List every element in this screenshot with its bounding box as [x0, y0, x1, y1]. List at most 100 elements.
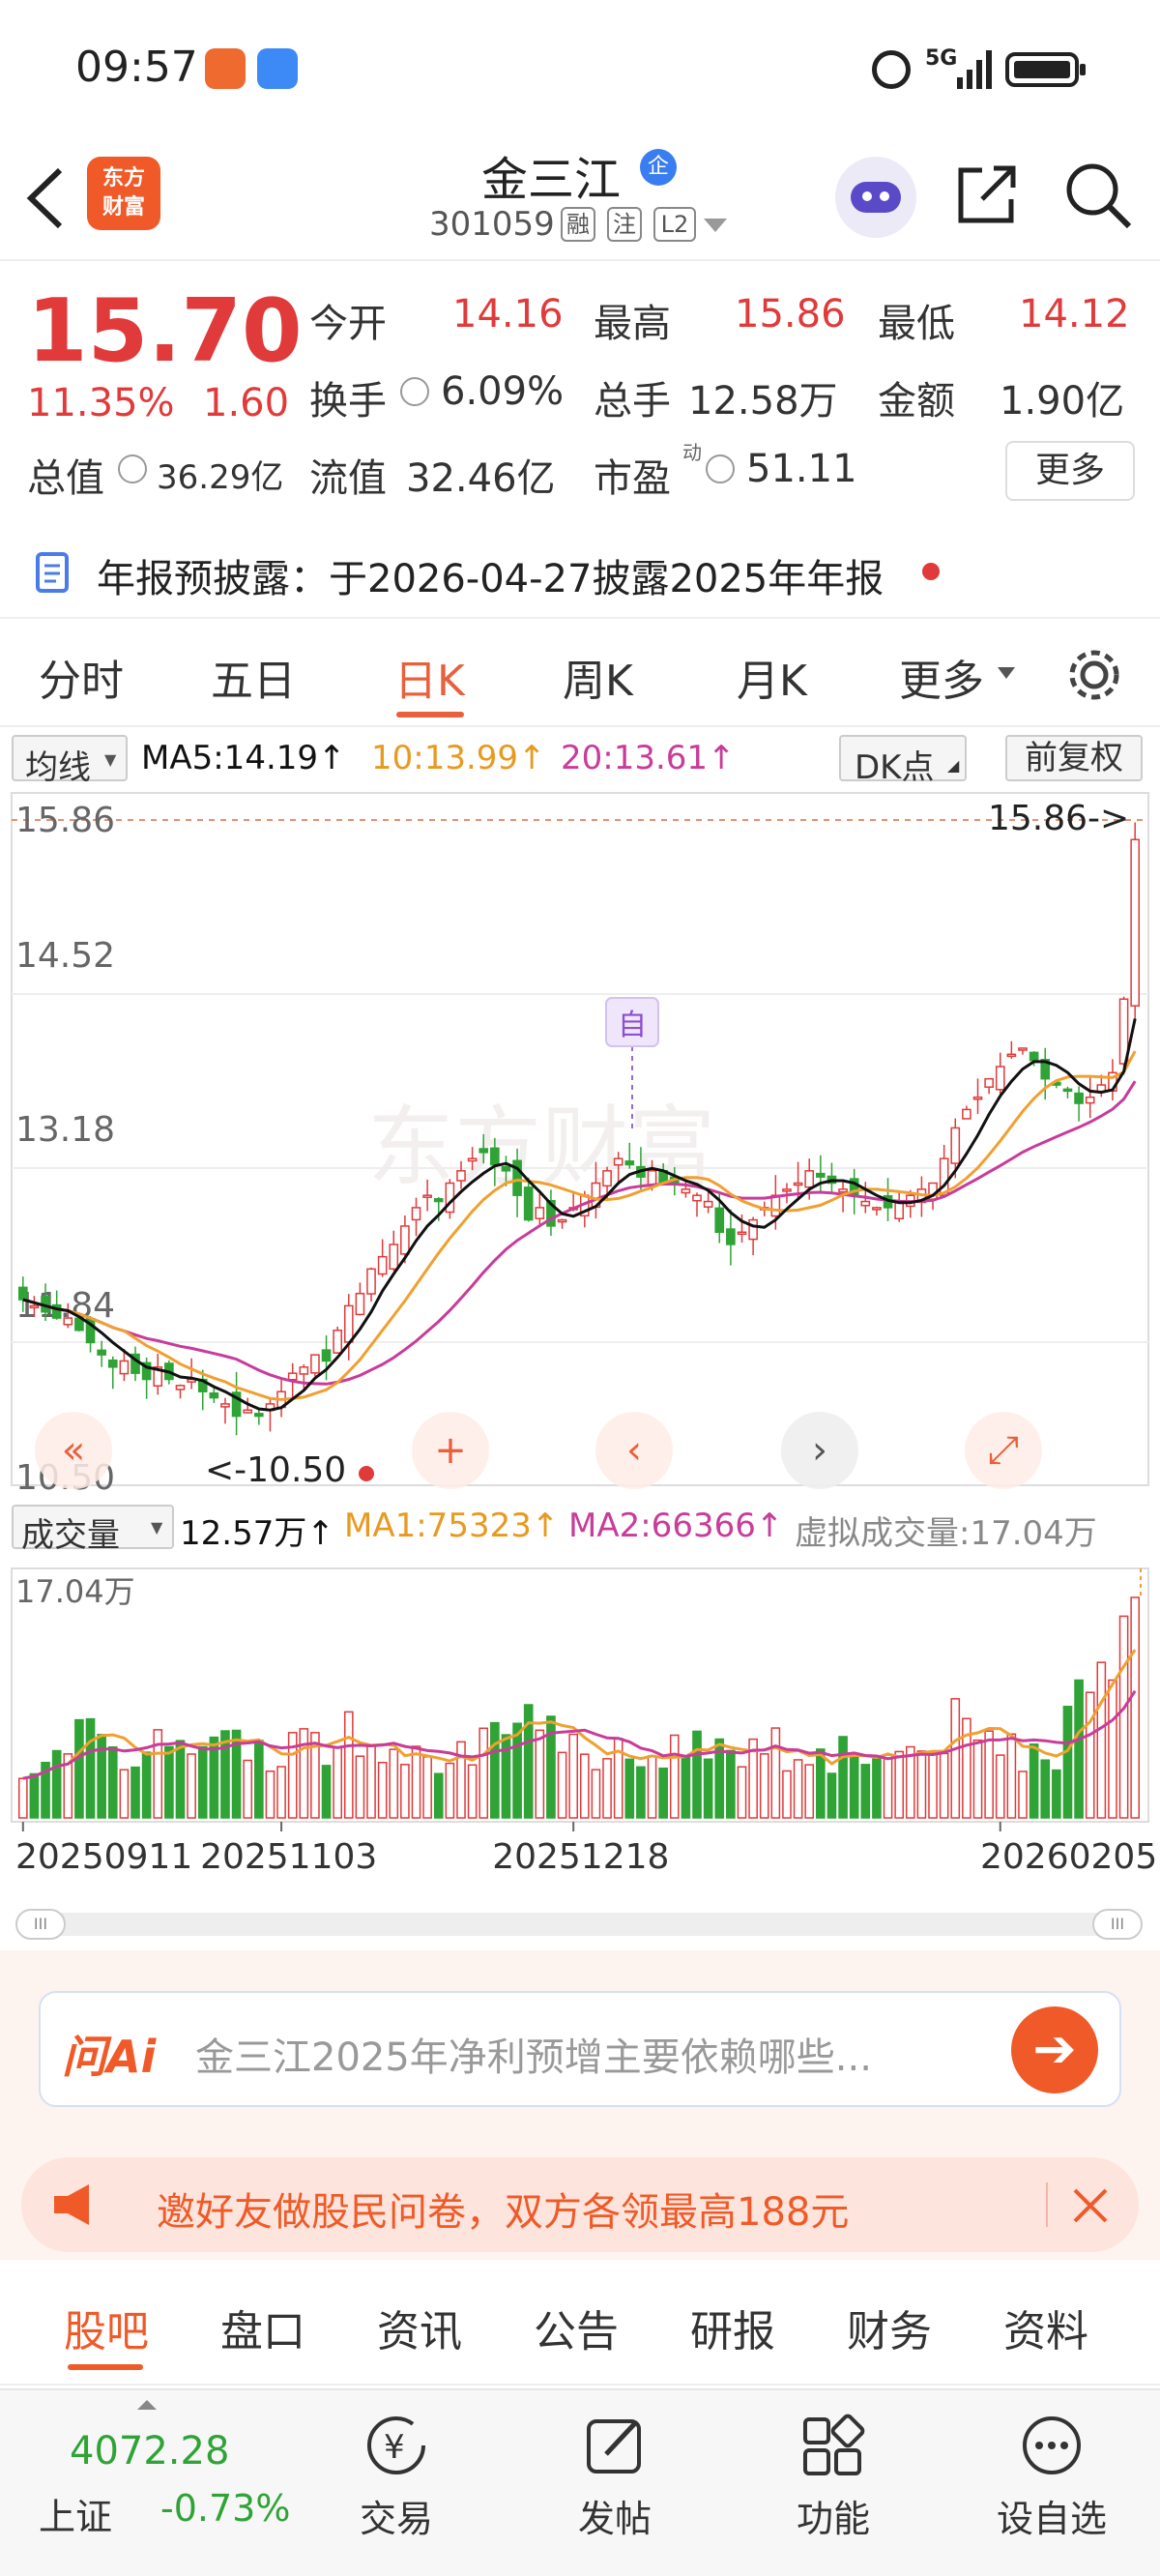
candle-body: [400, 1225, 410, 1255]
tab-research[interactable]: 研报: [690, 2297, 775, 2358]
candle-body: [995, 1066, 1005, 1091]
back-arrow-icon[interactable]: [23, 164, 66, 232]
volume-bar: [343, 1711, 354, 1819]
candle-body: [770, 1194, 781, 1217]
ai-question-bar[interactable]: 问Ai 金三江2025年净利预增主要依赖哪些... ➔: [39, 1991, 1121, 2107]
kline-chart-area[interactable]: 均线 ▼ MA5:14.19↑ 10:13.99↑ 20:13.61↑ DK点 …: [0, 727, 1160, 1950]
tab-profile[interactable]: 资料: [1003, 2297, 1088, 2358]
pe-dynamic-sup: 动: [682, 441, 702, 464]
info-icon[interactable]: [706, 454, 735, 483]
volume-bar: [107, 1745, 118, 1819]
candle-body: [647, 1170, 657, 1186]
candle-body: [209, 1391, 219, 1399]
kline-chart: 东方财富 15.86 14.52 13.18 11.84 10.50 15.86…: [11, 792, 1157, 1877]
x-tick-label: 20251218: [492, 1837, 669, 1877]
volume-bar: [816, 1748, 826, 1819]
scroll-right-button[interactable]: ›: [781, 1412, 858, 1489]
volume-selector[interactable]: 成交量 ▼: [12, 1505, 174, 1555]
bottom-bar: 4072.28 上证 -0.73% ¥ 交易 发帖 功能 设自选: [0, 2388, 1160, 2576]
volume-bar: [51, 1749, 62, 1819]
candle-body: [119, 1360, 130, 1375]
candle-body: [310, 1354, 320, 1374]
volume-bar: [119, 1769, 130, 1819]
eastmoney-logo-icon: 东方 财富: [87, 157, 160, 230]
expand-caret-icon[interactable]: [137, 2400, 157, 2410]
tab-weekly-k[interactable]: 周K: [563, 646, 633, 708]
candle-body: [287, 1372, 298, 1381]
volume-ma1: MA1:75323↑: [344, 1507, 560, 1545]
low-label: 最低: [878, 302, 955, 346]
close-icon[interactable]: [1073, 2188, 1108, 2223]
enterprise-badge: 企: [640, 149, 677, 186]
volume-bar: [377, 1761, 388, 1819]
x-tick-label: 20260205: [980, 1837, 1157, 1877]
candle-body: [433, 1198, 444, 1203]
settings-gear-icon[interactable]: [1065, 646, 1123, 704]
ai-submit-arrow-icon[interactable]: ➔: [1011, 2006, 1098, 2093]
info-icon[interactable]: [118, 454, 147, 483]
volume-bar: [433, 1772, 444, 1819]
post-nav[interactable]: 发帖: [547, 2414, 682, 2542]
volume-bar: [793, 1759, 803, 1819]
zoom-in-button[interactable]: +: [412, 1412, 489, 1489]
tab-monthly-k[interactable]: 月K: [737, 646, 807, 708]
ai-robot-avatar[interactable]: [835, 157, 916, 238]
change-amount: 1.60: [203, 381, 290, 425]
tab-announcements[interactable]: 公告: [534, 2297, 619, 2358]
info-icon[interactable]: [400, 377, 429, 406]
candle-body: [972, 1096, 983, 1100]
candle-body: [333, 1330, 342, 1354]
tab-guba[interactable]: 股吧: [64, 2297, 149, 2358]
message-notification-icon: [257, 48, 298, 89]
tab-intraday[interactable]: 分时: [39, 646, 124, 708]
volume-bar: [467, 1764, 478, 1819]
functions-nav[interactable]: 功能: [766, 2414, 901, 2542]
range-left-handle[interactable]: III: [15, 1909, 66, 1940]
volume-bar: [916, 1750, 927, 1819]
candle-body: [1074, 1092, 1084, 1104]
scroll-left-fast-button[interactable]: «: [35, 1412, 112, 1489]
search-icon[interactable]: [1061, 159, 1133, 230]
active-subtab-indicator: [68, 2364, 143, 2370]
volume-bar: [770, 1727, 781, 1819]
y-tick: 13.18: [15, 1110, 115, 1150]
volume-bar: [243, 1759, 253, 1819]
trade-nav[interactable]: ¥ 交易: [329, 2414, 464, 2542]
annual-report-notice[interactable]: 年报预披露：于2026-04-27披露2025年年报: [97, 547, 884, 603]
tab-news[interactable]: 资讯: [377, 2297, 462, 2358]
scroll-left-button[interactable]: ‹: [595, 1412, 673, 1489]
more-button[interactable]: 更多: [1005, 441, 1135, 501]
fullscreen-button[interactable]: ⤢: [965, 1412, 1042, 1489]
tab-five-day[interactable]: 五日: [211, 646, 296, 708]
volume-bar: [624, 1758, 635, 1819]
level2-tag: L2: [653, 207, 696, 242]
candle-body: [624, 1160, 635, 1166]
tab-daily-k[interactable]: 日K: [394, 646, 465, 708]
volume-bar: [141, 1751, 152, 1819]
promo-banner[interactable]: 邀好友做股民问卷，双方各领最高188元: [21, 2157, 1139, 2252]
volume-bar: [422, 1756, 432, 1819]
volume-bar: [276, 1766, 286, 1819]
candle-body: [63, 1317, 73, 1326]
add-watchlist-nav[interactable]: 设自选: [984, 2414, 1119, 2542]
change-percent: 11.35%: [27, 381, 175, 425]
signal-icon: [957, 50, 992, 89]
report-icon: [36, 552, 69, 593]
chevron-down-icon[interactable]: [704, 219, 727, 234]
tab-financials[interactable]: 财务: [847, 2297, 932, 2358]
tab-more[interactable]: 更多: [899, 646, 984, 708]
volume-bar: [333, 1746, 342, 1819]
share-icon[interactable]: [953, 161, 1021, 228]
volume-bar: [883, 1754, 893, 1819]
ma5-line: [22, 1018, 1137, 1412]
candle-body: [782, 1188, 792, 1192]
margin-tag: 融: [561, 207, 595, 242]
volume-bar: [905, 1745, 915, 1819]
index-value[interactable]: 4072.28: [70, 2429, 229, 2474]
candle-body: [748, 1218, 758, 1241]
tab-order-book[interactable]: 盘口: [220, 2297, 305, 2358]
range-scrollbar[interactable]: III III: [15, 1909, 1143, 1940]
candle-body: [254, 1413, 264, 1418]
volume-bar: [411, 1745, 421, 1819]
range-right-handle[interactable]: III: [1092, 1909, 1143, 1940]
